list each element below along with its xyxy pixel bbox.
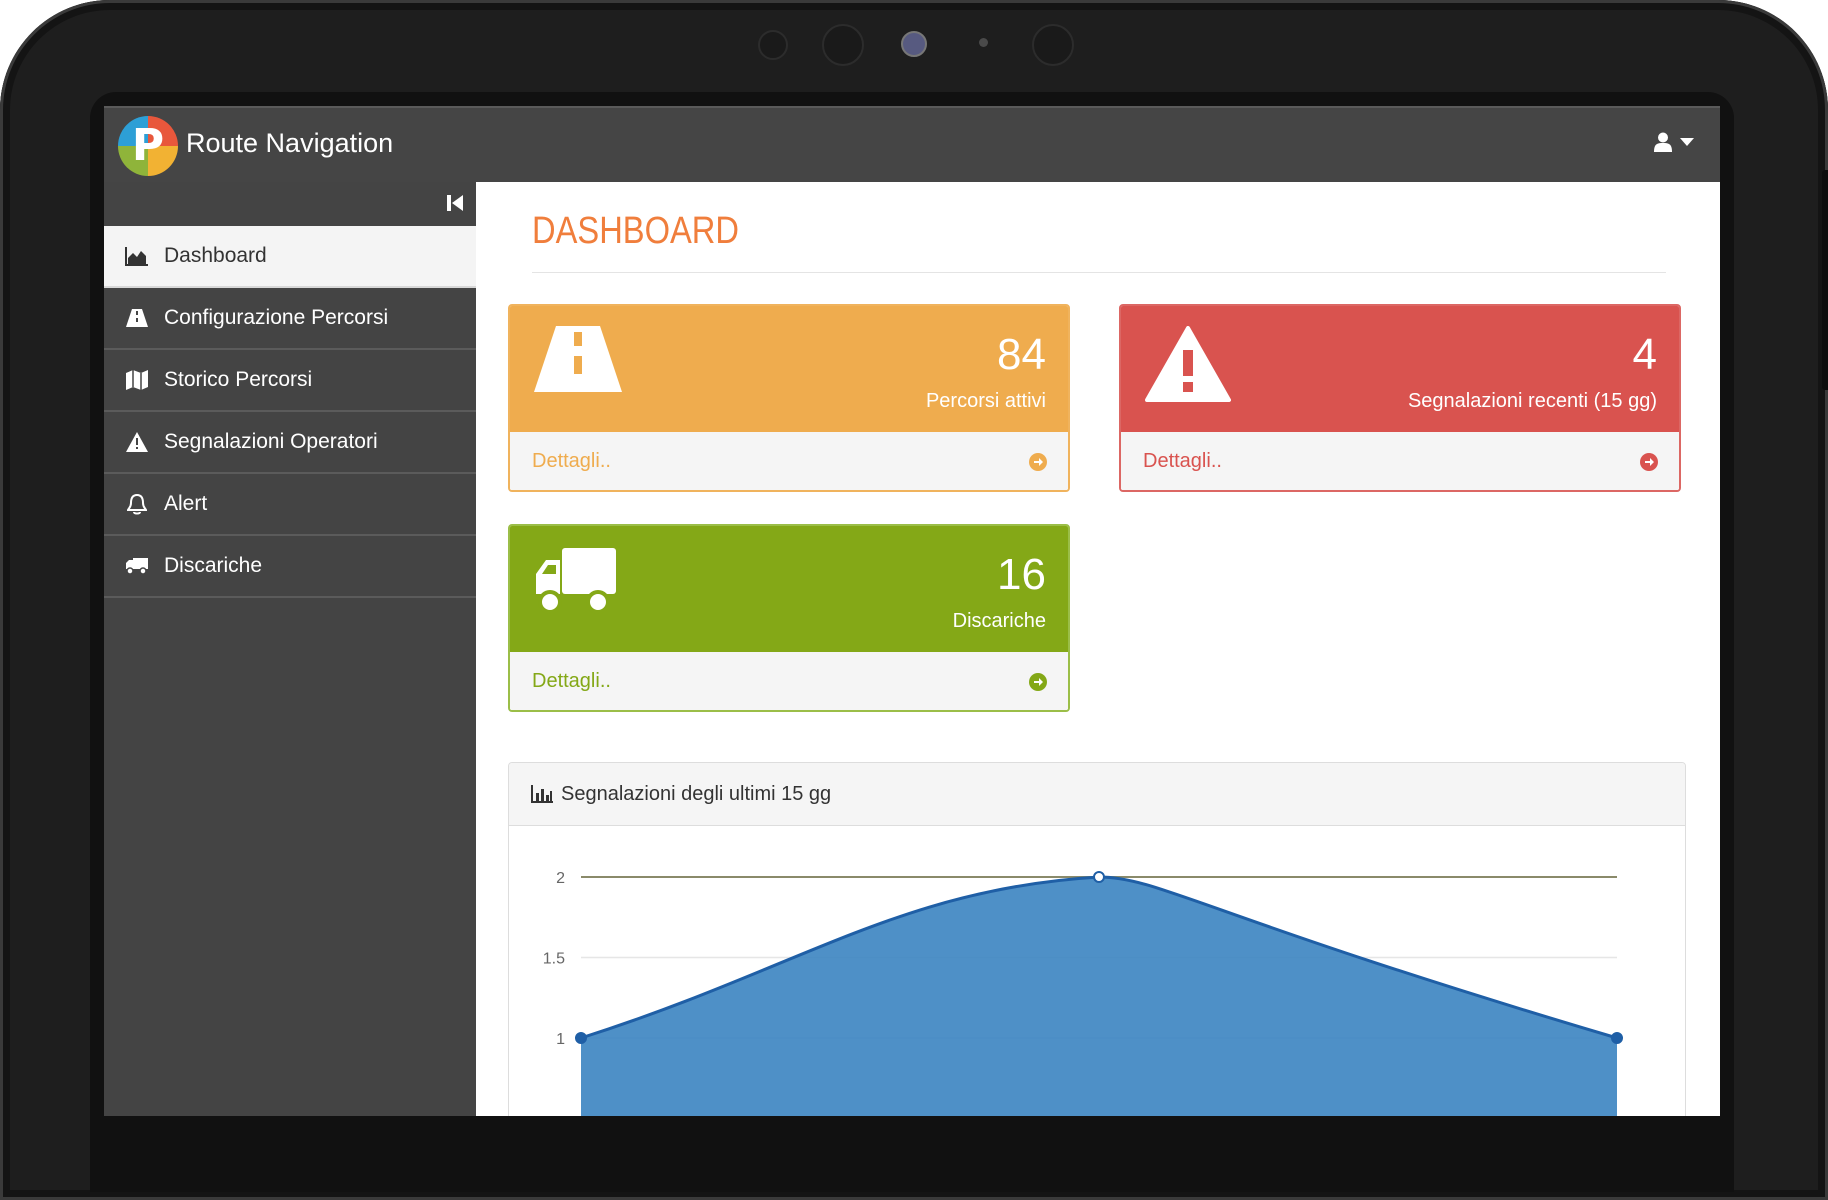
card-count: 16 (997, 550, 1046, 599)
title-divider (532, 272, 1666, 273)
series-area (581, 877, 1617, 1116)
sidebar-item-configurazione-percorsi[interactable]: Configurazione Percorsi (104, 288, 476, 350)
card-label: Discariche (952, 610, 1046, 632)
segnalazioni-recenti-card: 4 Segnalazioni recenti (15 gg) Dettagli.… (1119, 304, 1681, 492)
road-icon (534, 326, 622, 392)
app-screen: P Route Navigation Dashboard Configurazi… (104, 106, 1720, 1116)
page-title: DASHBOARD (532, 210, 740, 252)
y-tick-label: 1.5 (543, 951, 565, 968)
sensor-icon (822, 24, 864, 66)
card-footer[interactable]: Dettagli.. (510, 432, 1068, 490)
data-point[interactable] (1611, 1032, 1623, 1044)
light-sensor-icon (979, 38, 988, 47)
user-icon (1654, 132, 1672, 152)
arrow-circle-right-icon[interactable] (1028, 452, 1048, 472)
camera-icon (901, 31, 927, 57)
details-link[interactable]: Dettagli.. (532, 450, 611, 473)
segnalazioni-chart-panel: Segnalazioni degli ultimi 15 gg 2 1.5 1 (508, 762, 1686, 1116)
discariche-card: 16 Discariche Dettagli.. (508, 524, 1070, 712)
app-title[interactable]: Route Navigation (186, 128, 393, 159)
warning-icon (124, 429, 150, 455)
top-navbar: P Route Navigation (104, 106, 1720, 182)
sidebar-item-label: Discariche (164, 554, 263, 577)
sensor-icon (758, 30, 788, 60)
card-label: Percorsi attivi (925, 390, 1046, 412)
sidebar-item-label: Storico Percorsi (164, 368, 313, 391)
warning-icon (1145, 326, 1231, 402)
sidebar-item-segnalazioni-operatori[interactable]: Segnalazioni Operatori (104, 412, 476, 474)
sidebar-nav: Dashboard Configurazione Percorsi Storic… (104, 226, 476, 598)
percorsi-attivi-card: 84 Percorsi attivi Dettagli.. (508, 304, 1070, 492)
panel-header: Segnalazioni degli ultimi 15 gg (509, 763, 1685, 826)
card-footer[interactable]: Dettagli.. (1121, 432, 1679, 490)
truck-icon (124, 553, 150, 579)
user-menu-button[interactable] (1654, 132, 1694, 152)
main-content: DASHBOARD 84 Percorsi attivi Dettagli.. (476, 182, 1720, 1116)
y-tick-label: 1 (556, 1031, 565, 1048)
sidebar-item-label: Segnalazioni Operatori (164, 430, 378, 453)
collapse-sidebar-icon[interactable] (444, 192, 466, 214)
side-button (1822, 170, 1828, 390)
caret-down-icon (1680, 138, 1694, 146)
logo-letter: P (131, 120, 165, 171)
panel-title: Segnalazioni degli ultimi 15 gg (561, 782, 832, 805)
sidebar-item-label: Dashboard (164, 244, 267, 267)
card-header: 4 Segnalazioni recenti (15 gg) (1121, 306, 1679, 432)
sidebar-item-discariche[interactable]: Discariche (104, 536, 476, 598)
sidebar-item-label: Alert (164, 492, 208, 515)
sidebar-item-dashboard[interactable]: Dashboard (104, 226, 476, 288)
card-count: 84 (997, 330, 1046, 379)
card-count: 4 (1632, 330, 1657, 379)
sensor-icon (1032, 24, 1074, 66)
details-link[interactable]: Dettagli.. (1143, 450, 1222, 473)
road-icon (124, 305, 150, 331)
sidebar-item-storico-percorsi[interactable]: Storico Percorsi (104, 350, 476, 412)
bar-chart-icon (531, 785, 553, 803)
map-icon (124, 367, 150, 393)
area-chart-icon (124, 243, 150, 269)
y-tick-label: 2 (556, 870, 565, 887)
sidebar-item-label: Configurazione Percorsi (164, 306, 389, 329)
card-label: Segnalazioni recenti (15 gg) (1407, 390, 1657, 412)
arrow-circle-right-icon[interactable] (1639, 452, 1659, 472)
app-logo[interactable]: P (118, 116, 178, 176)
details-link[interactable]: Dettagli.. (532, 670, 611, 693)
card-header: 84 Percorsi attivi (510, 306, 1068, 432)
card-footer[interactable]: Dettagli.. (510, 652, 1068, 710)
data-point[interactable] (1093, 871, 1105, 883)
data-point[interactable] (575, 1032, 587, 1044)
truck-icon (536, 548, 616, 614)
chart-area: 2 1.5 1 (509, 825, 1685, 1116)
sidebar: Dashboard Configurazione Percorsi Storic… (104, 182, 476, 1116)
card-header: 16 Discariche (510, 526, 1068, 652)
bell-icon (124, 491, 150, 517)
sidebar-item-alert[interactable]: Alert (104, 474, 476, 536)
area-chart: 21.51 (543, 870, 1623, 1116)
arrow-circle-right-icon[interactable] (1028, 672, 1048, 692)
